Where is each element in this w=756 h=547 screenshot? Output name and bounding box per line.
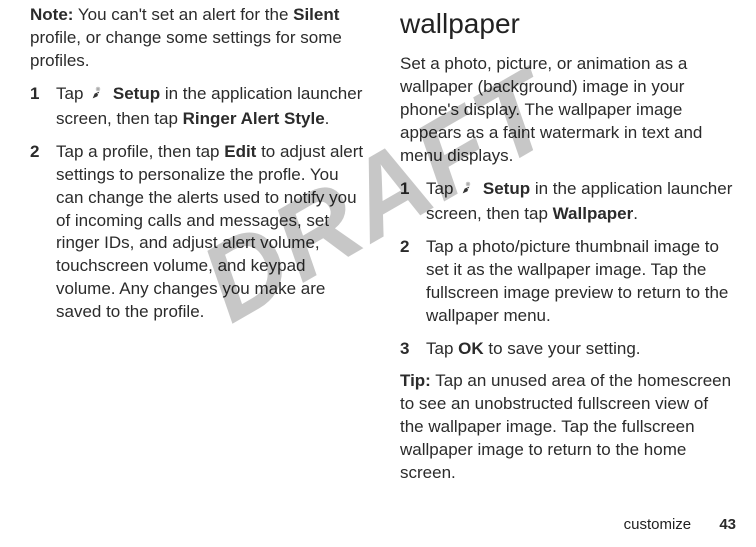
ringer-alert-style-label: Ringer Alert Style [183,109,325,128]
step-text-pre: Tap a profile, then tap [56,142,224,161]
left-step-1: 1 Tap Setup in the application launcher … [30,83,366,131]
right-step-3: 3 Tap OK to save your setting. [400,338,736,361]
ok-label: OK [458,339,484,358]
step-number: 2 [400,236,426,328]
step-number: 2 [30,141,56,325]
tip-text: Tap an unused area of the homescreen to … [400,371,731,482]
wallpaper-heading: wallpaper [400,4,736,43]
content-columns: Note: You can't set an alert for the Sil… [30,4,736,495]
step-text-pre: Tap [426,179,458,198]
step-body: Tap a profile, then tap Edit to adjust a… [56,141,366,325]
right-step-2: 2 Tap a photo/picture thumbnail image to… [400,236,736,328]
left-step-2: 2 Tap a profile, then tap Edit to adjust… [30,141,366,325]
tip-label: Tip: [400,371,431,390]
step-number: 3 [400,338,426,361]
edit-label: Edit [224,142,256,161]
gear-icon [460,180,476,203]
step-text-pre: Tap [426,339,458,358]
step-text-mid: to adjust alert settings to personalize … [56,142,363,322]
footer-section: customize [624,516,692,533]
right-column: wallpaper Set a photo, picture, or anima… [400,4,736,495]
step-text-post: . [633,204,638,223]
step-body: Tap OK to save your setting. [426,338,736,361]
step-number: 1 [400,178,426,226]
step-text-pre: Tap [56,84,88,103]
page-footer: customize 43 [624,514,736,535]
step-body: Tap Setup in the application launcher sc… [56,83,366,131]
right-step-1: 1 Tap Setup in the application launcher … [400,178,736,226]
footer-page-number: 43 [719,516,736,533]
left-column: Note: You can't set an alert for the Sil… [30,4,366,495]
step-text-post: . [325,109,330,128]
note-silent: Silent [293,5,339,24]
wallpaper-intro: Set a photo, picture, or animation as a … [400,53,736,168]
setup-label: Setup [113,84,160,103]
step-body: Tap a photo/picture thumbnail image to s… [426,236,736,328]
note-paragraph: Note: You can't set an alert for the Sil… [30,4,366,73]
tip-paragraph: Tip: Tap an unused area of the homescree… [400,370,736,485]
gear-icon [90,85,106,108]
step-text-post: to save your setting. [484,339,641,358]
note-text-b: profile, or change some settings for som… [30,28,342,70]
note-label: Note: [30,5,73,24]
note-text-a: You can't set an alert for the [73,5,293,24]
step-body: Tap Setup in the application launcher sc… [426,178,736,226]
wallpaper-label: Wallpaper [553,204,634,223]
step-number: 1 [30,83,56,131]
setup-label: Setup [483,179,530,198]
